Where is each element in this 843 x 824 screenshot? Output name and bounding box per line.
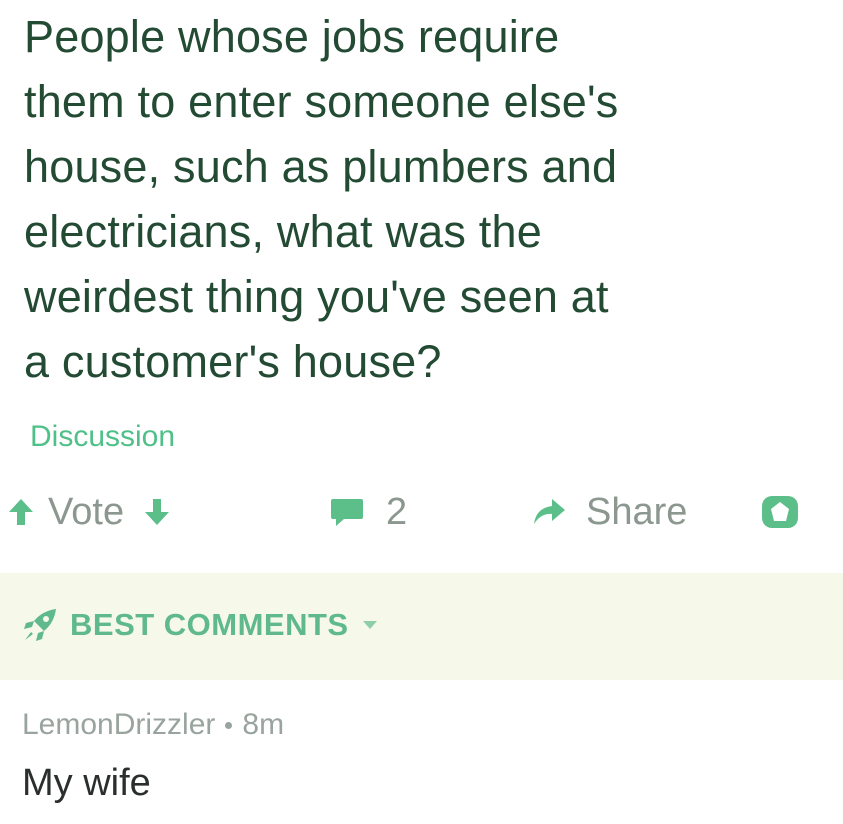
post-title-line: house, such as plumbers and	[24, 141, 618, 192]
comment-count: 2	[386, 490, 408, 533]
comment-meta: LemonDrizzler 8m	[22, 708, 284, 742]
vote-control: Vote	[8, 486, 170, 538]
separator-dot	[225, 721, 233, 729]
post-title-line: People whose jobs require	[24, 11, 560, 62]
downvote-button[interactable]	[144, 498, 170, 526]
post-action-bar: Vote 2 Share	[0, 486, 843, 538]
sort-label: BEST COMMENTS	[70, 607, 349, 642]
post-title-line: weirdest thing you've seen at	[24, 271, 609, 322]
comment-body: My wife	[22, 762, 151, 804]
arrow-down-icon	[145, 499, 170, 525]
comment-bubble-icon	[330, 497, 364, 527]
share-arrow-icon	[532, 498, 566, 526]
comment-sort-bar: BEST COMMENTS	[0, 573, 843, 680]
share-button[interactable]: Share	[532, 486, 687, 538]
arrow-up-icon	[9, 499, 33, 525]
post-title-line: them to enter someone else's	[24, 76, 619, 127]
comments-button[interactable]: 2	[330, 486, 407, 538]
post-title-line: a customer's house?	[24, 336, 442, 387]
vote-label: Vote	[48, 490, 125, 533]
post-title[interactable]: People whose jobs require them to enter …	[24, 4, 824, 394]
save-shape-icon	[762, 496, 798, 528]
chevron-down-icon	[362, 621, 377, 629]
upvote-button[interactable]	[8, 498, 34, 526]
post-title-line: electricians, what was the	[24, 206, 542, 257]
best-comments-sort[interactable]: BEST COMMENTS	[22, 607, 377, 643]
save-button[interactable]	[760, 486, 800, 538]
comment-age: 8m	[242, 708, 285, 741]
comment-item: LemonDrizzler 8m My wife	[22, 708, 284, 805]
post-flair[interactable]: Discussion	[30, 420, 175, 454]
rocket-icon	[24, 609, 56, 641]
share-label: Share	[586, 490, 688, 533]
comment-author[interactable]: LemonDrizzler	[22, 708, 215, 742]
